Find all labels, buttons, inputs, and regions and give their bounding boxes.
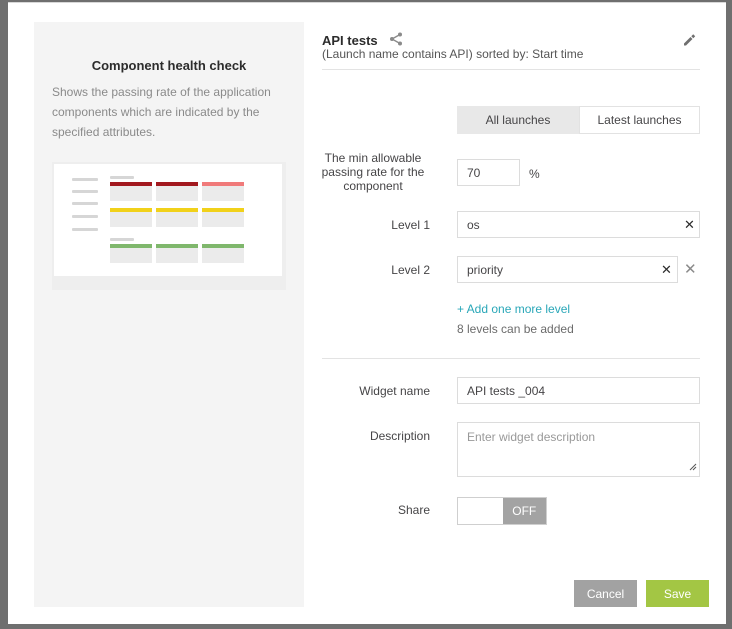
preview-cell [110, 182, 152, 201]
preview-line [72, 178, 98, 181]
widget-settings-modal: Component health check Shows the passing… [8, 2, 726, 624]
remove-level-icon[interactable]: ✕ [684, 260, 697, 278]
widget-info-panel: Component health check Shows the passing… [34, 22, 304, 607]
widget-preview-image [52, 162, 286, 290]
share-toggle[interactable]: OFF [457, 497, 547, 525]
widget-title: API tests [322, 33, 378, 48]
preview-cell [156, 244, 198, 263]
description-placeholder: Enter widget description [467, 430, 596, 444]
share-label: Share [397, 503, 430, 517]
widget-type-description: Shows the passing rate of the applicatio… [52, 85, 271, 139]
save-button[interactable]: Save [646, 580, 709, 607]
preview-cell [156, 208, 198, 227]
tab-latest-launches[interactable]: Latest launches [579, 106, 700, 134]
widget-name-label: Widget name [359, 384, 430, 398]
pencil-icon[interactable] [682, 33, 696, 52]
form-divider [322, 358, 700, 359]
toggle-knob [458, 498, 503, 524]
header-divider [322, 69, 700, 70]
preview-cell [156, 182, 198, 201]
preview-cell [110, 208, 152, 227]
preview-line [72, 215, 98, 218]
preview-line [110, 176, 134, 179]
levels-remaining-note: 8 levels can be added [457, 322, 574, 336]
level1-value: os [467, 217, 480, 232]
preview-cell [202, 182, 244, 201]
preview-cell [110, 244, 152, 263]
cancel-button[interactable]: Cancel [574, 580, 637, 607]
launch-mode-switcher: All launches Latest launches [457, 106, 700, 134]
level1-input[interactable]: os [457, 211, 700, 238]
preview-line [110, 238, 134, 241]
widget-filter-description: (Launch name contains API) sorted by: St… [322, 47, 584, 61]
level1-label: Level 1 [391, 218, 430, 232]
add-level-link[interactable]: + Add one more level [457, 302, 570, 316]
tab-all-launches[interactable]: All launches [457, 106, 579, 134]
description-textarea[interactable]: Enter widget description [457, 422, 700, 477]
preview-line [72, 202, 98, 205]
clear-level2-icon[interactable]: ✕ [661, 262, 672, 278]
preview-line [72, 190, 98, 193]
share-toggle-state: OFF [502, 498, 546, 524]
clear-level1-icon[interactable]: ✕ [684, 217, 695, 233]
level2-label: Level 2 [391, 263, 430, 277]
level2-input[interactable]: priority [457, 256, 678, 283]
preview-cell [202, 244, 244, 263]
description-label: Description [369, 429, 430, 443]
min-rate-label: The min allowable passing rate for the c… [321, 151, 425, 193]
widget-name-input[interactable]: API tests _004 [457, 377, 700, 404]
percent-unit: % [529, 167, 540, 181]
preview-cell [202, 208, 244, 227]
preview-line [72, 228, 98, 231]
min-rate-input[interactable]: 70 [457, 159, 520, 186]
level2-value: priority [467, 262, 504, 277]
resize-handle-icon[interactable] [689, 460, 697, 474]
widget-name-value: API tests _004 [467, 383, 546, 398]
widget-type-title: Component health check [91, 58, 247, 73]
